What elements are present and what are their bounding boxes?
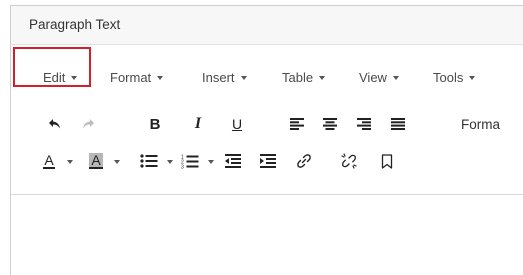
bold-button[interactable]: B	[145, 109, 165, 139]
bullet-list-button[interactable]	[138, 146, 160, 176]
editor-title: Paragraph Text	[29, 17, 121, 32]
bullet-list-icon	[140, 154, 158, 168]
menu-insert-label: Insert	[202, 70, 235, 85]
align-center-button[interactable]	[320, 109, 340, 139]
toolbar-row-2: A A 1 2 3	[11, 146, 523, 176]
align-left-icon	[290, 118, 304, 130]
undo-icon	[49, 119, 60, 129]
chevron-down-icon	[392, 76, 399, 80]
chevron-down-icon	[469, 76, 476, 80]
text-color-letter: A	[43, 152, 55, 169]
menu-view[interactable]: View	[359, 70, 399, 85]
redo-icon	[83, 119, 94, 129]
editor-title-bar: Paragraph Text	[11, 6, 523, 45]
underline-button[interactable]: U	[227, 109, 247, 139]
menu-format[interactable]: Format	[110, 70, 164, 85]
bookmark-icon	[381, 153, 393, 169]
outdent-icon	[225, 154, 241, 168]
undo-button[interactable]	[45, 109, 65, 139]
background-color-letter: A	[89, 152, 103, 169]
redo-button[interactable]	[78, 109, 98, 139]
editor-frame: Paragraph Text Edit Format Insert Table …	[10, 5, 523, 275]
link-icon	[297, 154, 311, 168]
unlink-button[interactable]	[339, 146, 359, 176]
numbered-list-button[interactable]: 1 2 3	[179, 146, 201, 176]
formats-dropdown[interactable]: Forma	[461, 109, 523, 139]
bold-letter: B	[149, 115, 161, 133]
menu-format-label: Format	[110, 70, 152, 85]
chevron-down-icon	[157, 76, 164, 80]
menu-insert[interactable]: Insert	[202, 70, 247, 85]
toolbar-row-1: B I U Forma	[11, 109, 523, 139]
menu-table[interactable]: Table	[282, 70, 326, 85]
formats-label: Forma	[461, 116, 501, 132]
menu-table-label: Table	[282, 70, 314, 85]
chevron-down-icon	[67, 159, 73, 164]
outdent-button[interactable]	[222, 146, 244, 176]
align-left-button[interactable]	[287, 109, 307, 139]
menu-tools[interactable]: Tools	[433, 70, 476, 85]
unlink-icon	[341, 153, 357, 169]
chevron-down-icon	[319, 76, 326, 80]
align-right-button[interactable]	[354, 109, 374, 139]
menu-view-label: View	[359, 70, 387, 85]
align-justify-button[interactable]	[388, 109, 408, 139]
bookmark-button[interactable]	[377, 146, 397, 176]
align-justify-icon	[391, 118, 405, 130]
chevron-down-icon	[208, 159, 214, 164]
indent-button[interactable]	[257, 146, 279, 176]
italic-button[interactable]: I	[188, 109, 208, 139]
text-color-button[interactable]: A	[41, 146, 57, 176]
link-button[interactable]	[294, 146, 314, 176]
background-color-dropdown[interactable]	[109, 146, 123, 176]
italic-letter: I	[194, 115, 202, 132]
chevron-down-icon	[114, 159, 120, 164]
numbered-list-icon: 1 2 3	[181, 154, 199, 169]
background-color-button[interactable]: A	[86, 146, 106, 176]
svg-text:3: 3	[181, 164, 184, 169]
align-center-icon	[323, 118, 337, 130]
numbered-list-dropdown[interactable]	[203, 146, 217, 176]
edit-menu-highlight	[13, 47, 91, 87]
underline-letter: U	[231, 116, 243, 132]
indent-icon	[260, 154, 276, 168]
menu-tools-label: Tools	[433, 70, 464, 85]
chevron-down-icon	[167, 159, 173, 164]
bullet-list-dropdown[interactable]	[162, 146, 176, 176]
chevron-down-icon	[240, 76, 247, 80]
text-color-dropdown[interactable]	[62, 146, 76, 176]
align-right-icon	[357, 118, 371, 130]
editor-content-area[interactable]	[11, 194, 523, 275]
